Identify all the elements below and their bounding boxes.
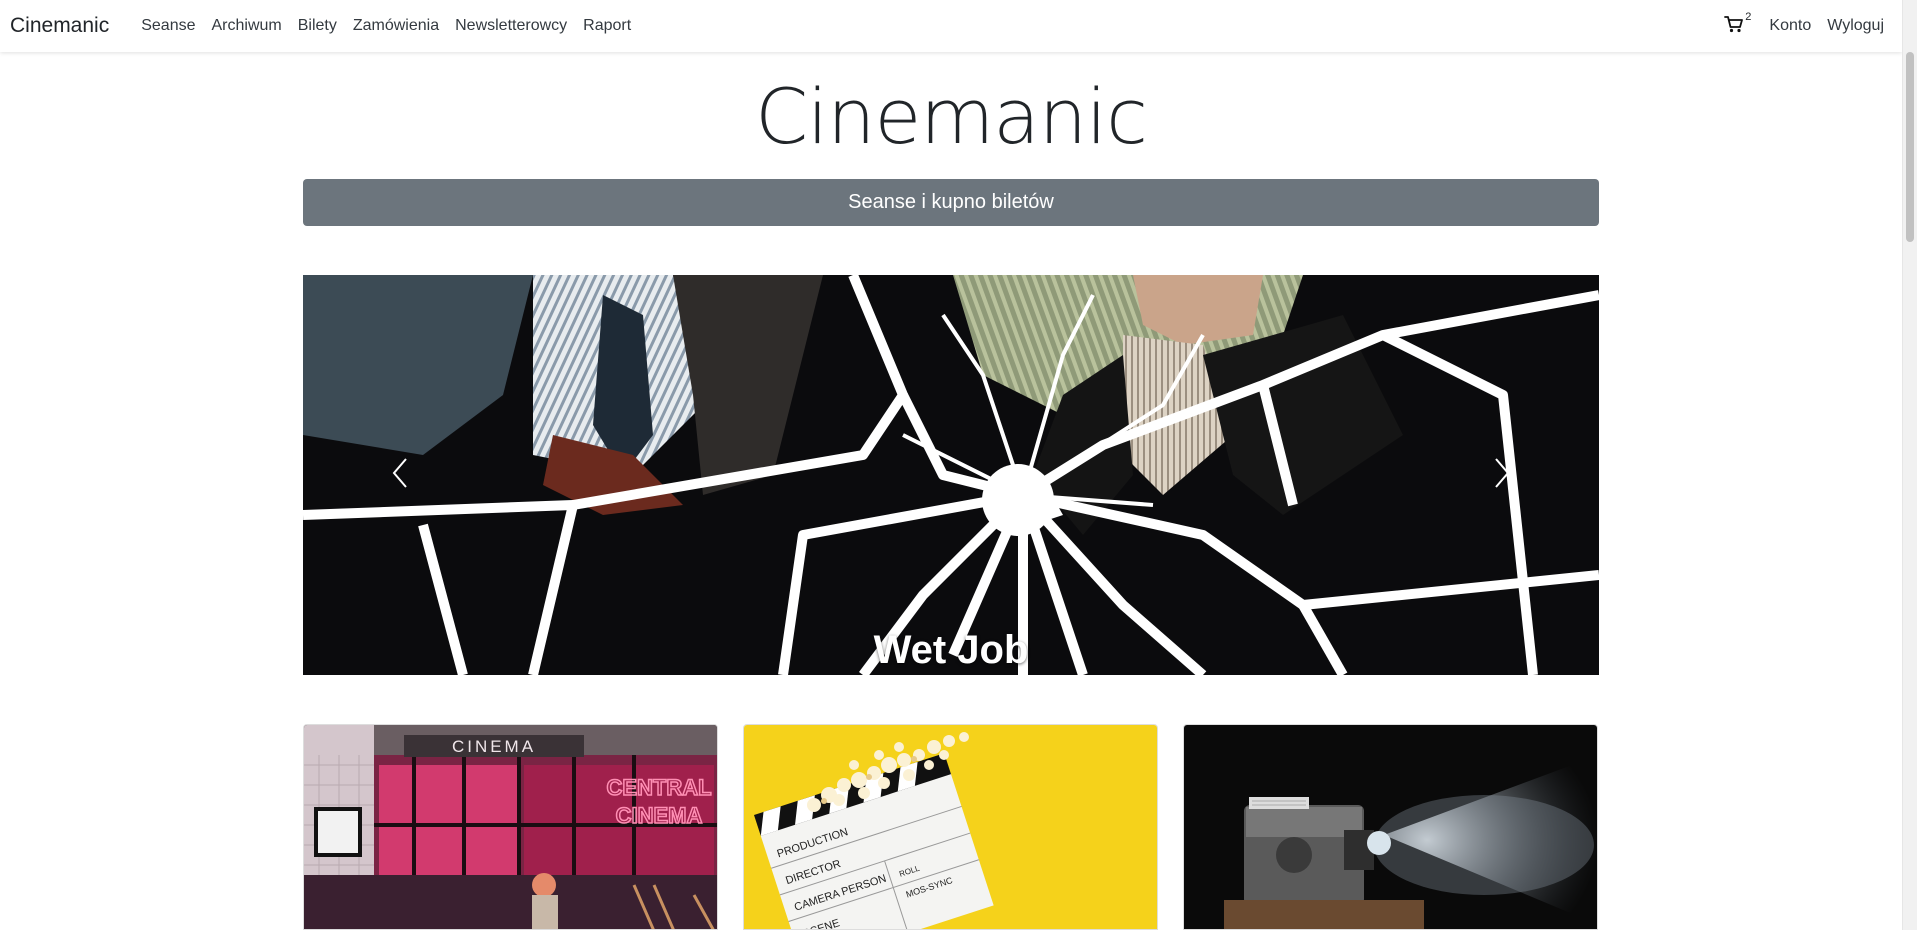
cinema-facade-image: CINEMA CENTRAL CINEMA <box>304 725 717 929</box>
nav-links: Seanse Archiwum Bilety Zamówienia Newsle… <box>133 17 639 35</box>
projector-image <box>1184 725 1597 929</box>
cart-icon <box>1724 15 1744 38</box>
chevron-left-icon <box>390 457 410 494</box>
card-cinema-image[interactable]: CINEMA CENTRAL CINEMA <box>303 724 718 930</box>
screenings-button[interactable]: Seanse i kupno biletów <box>303 179 1599 226</box>
navbar: Cinemanic Seanse Archiwum Bilety Zamówie… <box>0 0 1902 52</box>
nav-link-wyloguj[interactable]: Wyloguj <box>1819 17 1892 35</box>
neon-line-2: CINEMA <box>616 803 703 828</box>
chevron-right-icon <box>1492 457 1512 494</box>
nav-link-seanse[interactable]: Seanse <box>133 17 203 35</box>
neon-line-1: CENTRAL <box>606 775 711 800</box>
page-scrollbar[interactable] <box>1902 0 1917 930</box>
carousel-caption: Wet Job <box>873 628 1029 672</box>
card-popcorn-image[interactable]: PRODUCTION DIRECTOR CAMERA PERSON ROLL S… <box>743 724 1158 930</box>
carousel: Wet Job <box>303 275 1599 675</box>
cinema-sign-text: CINEMA <box>452 737 536 756</box>
cart-link[interactable]: 2 <box>1714 11 1761 38</box>
nav-link-konto[interactable]: Konto <box>1761 17 1819 35</box>
scrollbar-thumb[interactable] <box>1906 52 1914 242</box>
carousel-image <box>303 275 1599 675</box>
nav-link-raport[interactable]: Raport <box>575 17 639 35</box>
nav-link-bilety[interactable]: Bilety <box>290 17 345 35</box>
cart-count-badge: 2 <box>1745 10 1752 23</box>
nav-link-zamowienia[interactable]: Zamówienia <box>345 17 447 35</box>
popcorn-clapper-image: PRODUCTION DIRECTOR CAMERA PERSON ROLL S… <box>744 725 1157 929</box>
card-projector-image[interactable] <box>1183 724 1598 930</box>
carousel-prev-button[interactable] <box>360 435 440 515</box>
page-title: Cinemanic <box>755 72 1148 161</box>
nav-link-newsletterowcy[interactable]: Newsletterowcy <box>447 17 575 35</box>
brand-link[interactable]: Cinemanic <box>10 14 109 38</box>
nav-link-archiwum[interactable]: Archiwum <box>203 17 289 35</box>
carousel-next-button[interactable] <box>1462 435 1542 515</box>
nav-right: 2 Konto Wyloguj <box>1714 11 1892 38</box>
